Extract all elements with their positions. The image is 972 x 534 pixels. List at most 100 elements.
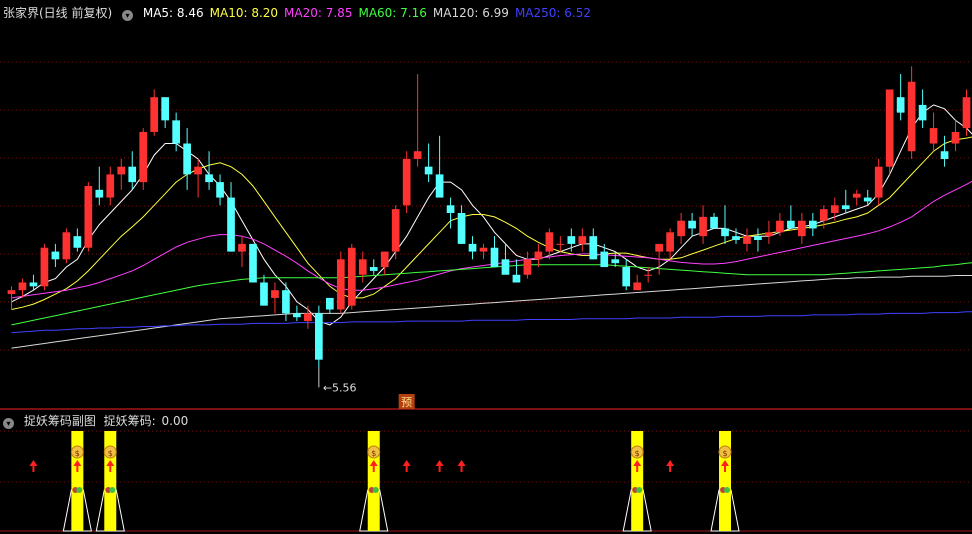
- ma-line: [11, 311, 972, 334]
- candle-body: [183, 143, 191, 175]
- candle-body: [446, 205, 455, 213]
- candle-body: [435, 174, 444, 198]
- indicator-label: 捉妖筹码:: [103, 414, 156, 428]
- candle-body: [677, 220, 685, 237]
- candle-body: [644, 274, 653, 276]
- candle-body: [325, 297, 334, 310]
- candle-body: [117, 166, 126, 175]
- up-arrow-icon: [76, 466, 79, 472]
- ma-legend-item: MA250: 6.52: [514, 6, 591, 20]
- candle-body: [688, 220, 696, 229]
- ma-legend-item: MA5: 8.46: [142, 6, 204, 20]
- candle-body: [315, 313, 323, 360]
- candle-body: [227, 197, 235, 252]
- candle-body: [501, 259, 510, 275]
- candle-body: [600, 251, 609, 268]
- up-arrow-icon: [405, 466, 408, 472]
- candle-body: [479, 247, 488, 252]
- candle-body: [754, 236, 762, 241]
- candle-body: [216, 182, 224, 198]
- candle-body: [106, 174, 115, 198]
- up-arrow-icon: [29, 460, 38, 466]
- ma-legend-item: MA20: 7.85: [284, 6, 353, 20]
- forecast-marker: 预: [401, 396, 412, 409]
- candle-body: [7, 290, 16, 295]
- candle-body: [578, 236, 587, 244]
- sub-header: ▾ 捉妖筹码副图 捉妖筹码: 0.00: [3, 412, 194, 429]
- candle-body: [776, 220, 784, 233]
- up-arrow-icon: [460, 466, 463, 472]
- signal-dot: [76, 487, 83, 493]
- candle-body: [798, 220, 806, 237]
- candle-body: [260, 282, 268, 306]
- ma-legend-item: MA60: 7.16: [358, 6, 427, 20]
- money-bag-icon: $: [371, 449, 376, 458]
- candle-body: [40, 247, 49, 287]
- up-arrow-icon: [372, 466, 375, 472]
- up-arrow-icon: [438, 466, 441, 472]
- candle-body: [194, 166, 202, 175]
- candle-body: [95, 189, 104, 198]
- candle-body: [369, 267, 378, 271]
- candle-body: [787, 220, 795, 229]
- ma-legend-item: MA10: 8.20: [209, 6, 279, 20]
- candle-body: [710, 216, 718, 229]
- candle-body: [666, 232, 674, 252]
- candle-body: [852, 193, 861, 198]
- candle-body: [347, 247, 356, 306]
- candle-body: [468, 243, 477, 252]
- signal-dot: [372, 487, 379, 493]
- candle-body: [699, 216, 707, 237]
- up-arrow-icon: [402, 460, 411, 466]
- money-bag-icon: $: [635, 449, 640, 458]
- candle-body: [18, 282, 27, 291]
- candle-body: [161, 97, 170, 121]
- candle-body: [622, 267, 631, 287]
- main-header: 张家界(日线 前复权) ▾ MA5: 8.46 MA10: 8.20 MA20: 7…: [3, 4, 603, 21]
- candle-body: [62, 232, 71, 260]
- up-arrow-icon: [109, 466, 112, 472]
- candle-body: [808, 220, 817, 229]
- candle-body: [238, 243, 246, 252]
- signal-dot: [109, 487, 116, 493]
- candle-body: [589, 236, 598, 260]
- up-arrow-icon: [435, 460, 444, 466]
- indicator-value: 0.00: [161, 414, 189, 428]
- candle-body: [885, 89, 894, 167]
- candle-body: [424, 166, 433, 175]
- candle-body: [139, 131, 148, 183]
- sub-title: 捉妖筹码副图: [23, 414, 96, 428]
- candle-body: [402, 158, 411, 206]
- candlestick-chart: ←5.56 预 $ $ $ $ $: [0, 61, 972, 532]
- candle-body: [457, 213, 466, 244]
- candle-body: [73, 236, 82, 248]
- candle-body: [545, 232, 554, 252]
- candle-body: [249, 243, 257, 283]
- stock-title: 张家界(日线 前复权): [3, 6, 113, 20]
- up-arrow-icon: [636, 466, 639, 472]
- candle-body: [380, 251, 389, 268]
- candle-body: [172, 120, 180, 144]
- up-arrow-icon: [666, 460, 675, 466]
- ma-line: [11, 275, 972, 349]
- up-arrow-icon: [457, 460, 466, 466]
- candle-body: [765, 232, 773, 237]
- candle-body: [732, 236, 740, 241]
- collapse-icon[interactable]: ▾: [122, 10, 134, 21]
- chart-window: { "header": { "title": "张家界(日线 前复权)", "m…: [0, 0, 972, 534]
- candle-body: [282, 290, 290, 314]
- candle-body: [962, 97, 971, 129]
- ma-line: [11, 262, 972, 326]
- candle-body: [358, 259, 367, 275]
- candle-body: [84, 185, 93, 248]
- ma-line: [11, 104, 972, 326]
- candle-body: [819, 209, 828, 221]
- low-price-label: ←5.56: [323, 381, 357, 394]
- candle-body: [29, 282, 38, 287]
- money-bag-icon: $: [722, 449, 727, 458]
- collapse-icon[interactable]: ▾: [3, 418, 14, 429]
- signal-dot: [636, 487, 643, 493]
- ma-line: [11, 180, 972, 299]
- candle-body: [567, 236, 576, 244]
- candle-body: [523, 259, 532, 275]
